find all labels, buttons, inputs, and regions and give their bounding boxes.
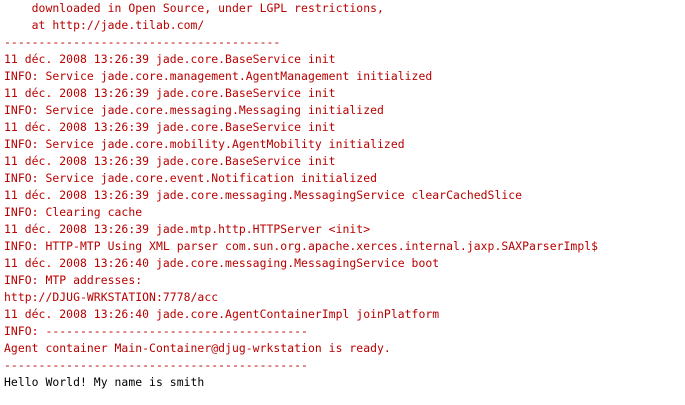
console-line: 11 déc. 2008 13:26:39 jade.mtp.http.HTTP… [4,222,371,236]
console-separator: ---------------------------------------- [4,35,281,49]
console-line: INFO: Service jade.core.event.Notificati… [4,171,378,185]
console-line: INFO: MTP addresses: [4,273,143,287]
console-line-stdout: Hello World! My name is smith [4,375,205,389]
console-line: INFO: Clearing cache [4,205,143,219]
console-line: INFO: Service jade.core.mobility.AgentMo… [4,137,405,151]
console-line: 11 déc. 2008 13:26:39 jade.core.messagin… [4,188,523,202]
console-line: at http://jade.tilab.com/ [4,18,205,32]
console-line: 11 déc. 2008 13:26:39 jade.core.BaseServ… [4,154,336,168]
console-line: INFO: Service jade.core.management.Agent… [4,69,433,83]
console-line: downloaded in Open Source, under LGPL re… [4,1,384,15]
console-line: INFO: HTTP-MTP Using XML parser com.sun.… [4,239,599,253]
console-line: 11 déc. 2008 13:26:39 jade.core.BaseServ… [4,86,336,100]
console-line: 11 déc. 2008 13:26:40 jade.core.AgentCon… [4,307,440,321]
console-line: Agent container Main-Container@djug-wrks… [4,341,391,355]
console-separator: ----------------------------------------… [4,358,308,372]
console-output[interactable]: downloaded in Open Source, under LGPL re… [0,0,685,405]
console-line: http://DJUG-WRKSTATION:7778/acc [4,290,219,304]
console-line: 11 déc. 2008 13:26:40 jade.core.messagin… [4,256,440,270]
console-line: 11 déc. 2008 13:26:39 jade.core.BaseServ… [4,52,336,66]
console-line: INFO: Service jade.core.messaging.Messag… [4,103,384,117]
console-line: INFO: ----------------------------------… [4,324,308,338]
console-line: 11 déc. 2008 13:26:39 jade.core.BaseServ… [4,120,336,134]
